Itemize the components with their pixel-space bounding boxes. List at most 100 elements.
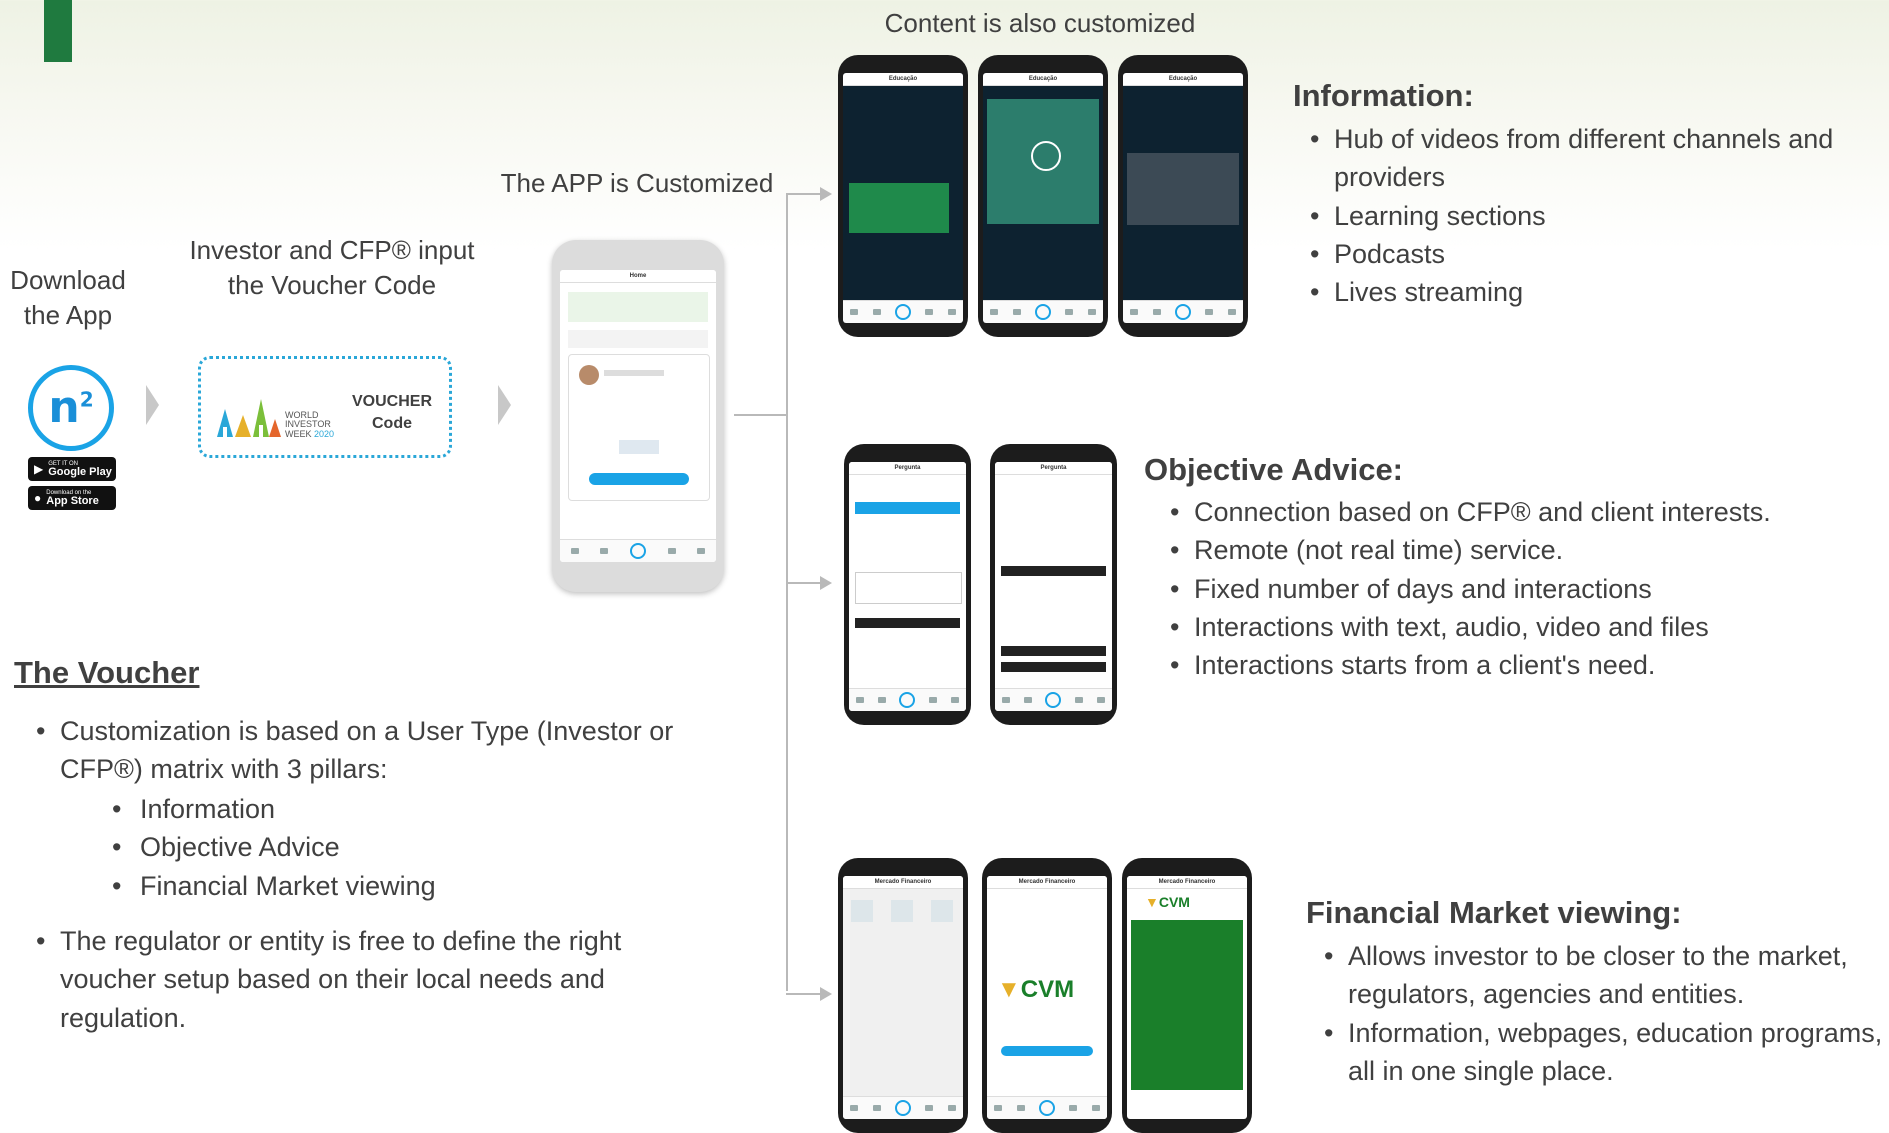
financial-market-bullets: Allows investor to be closer to the mark…	[1324, 937, 1889, 1090]
video-player	[1127, 153, 1239, 225]
advice-phone-1: Pergunta	[844, 444, 971, 725]
info-phone-3: Educação	[1118, 55, 1248, 337]
arrow-advice	[820, 576, 832, 590]
objective-advice-heading: Objective Advice:	[1144, 452, 1404, 487]
logo-superscript: 2	[79, 387, 94, 412]
video-thumbnail	[849, 183, 949, 233]
cvm-header-text: CVM	[1158, 894, 1190, 910]
request-button[interactable]	[589, 473, 689, 485]
information-bullet: Hub of videos from different channels an…	[1310, 120, 1889, 197]
screen-title: Mercado Financeiro	[1127, 876, 1247, 889]
information-bullet: Podcasts	[1310, 235, 1889, 274]
voucher-bullet: The regulator or entity is free to defin…	[36, 922, 696, 1037]
download-label: Download the App	[10, 265, 126, 330]
market-phone-3: Mercado Financeiro ▼CVM	[1122, 858, 1252, 1133]
screen-title: Pergunta	[849, 462, 966, 475]
cvm-logo-text: CVM	[1020, 976, 1075, 1003]
market-screen: Mercado Financeiro	[843, 876, 963, 1119]
message-box[interactable]	[855, 572, 962, 604]
advice-bullet: Fixed number of days and interactions	[1170, 570, 1889, 609]
main-app-phone: Home	[552, 240, 724, 592]
information-heading: Information:	[1293, 78, 1474, 113]
advice-bullet: Interactions with text, audio, video and…	[1170, 608, 1889, 647]
info-phone-1: Educação	[838, 55, 968, 337]
bottom-nav	[843, 1096, 963, 1119]
connector-vertical	[786, 193, 788, 991]
bottom-nav	[843, 300, 963, 323]
pillar-item: Financial Market viewing	[112, 867, 632, 906]
bottom-nav	[987, 1096, 1107, 1119]
market-tile[interactable]	[891, 900, 913, 922]
chevron-right-icon	[146, 385, 159, 425]
main-app-screen: Home	[560, 270, 716, 562]
pillar-item: Information	[112, 790, 632, 829]
screen-title: Educação	[983, 73, 1103, 86]
connector-branch-market	[786, 993, 820, 995]
voucher-bullet: Customization is based on a User Type (I…	[36, 712, 696, 789]
logo-letter: n	[48, 382, 80, 433]
play-icon[interactable]	[1031, 141, 1061, 171]
google-play-badge[interactable]: ▶ GET IT ON Google Play	[28, 457, 116, 481]
world-investor-week-logo	[217, 399, 281, 437]
question-field[interactable]	[855, 502, 960, 514]
advice-bullet: Interactions starts from a client's need…	[1170, 646, 1889, 685]
market-tile[interactable]	[851, 900, 873, 922]
n2-app-logo[interactable]: n2	[28, 365, 114, 451]
audio-bar[interactable]	[1001, 566, 1106, 576]
wiw-year: 2020	[314, 428, 335, 439]
audio-bar[interactable]	[1001, 662, 1106, 672]
cvm-web-screen: Mercado Financeiro ▼CVM	[1127, 876, 1247, 1119]
screen-title: Mercado Financeiro	[987, 876, 1107, 889]
audio-bar[interactable]	[1001, 646, 1106, 656]
market-bullet: Information, webpages, education program…	[1324, 1014, 1889, 1091]
pillar-item: Objective Advice	[112, 828, 632, 867]
accent-bar	[44, 0, 72, 62]
advisor-name	[604, 370, 664, 376]
advice-phone-2: Pergunta	[990, 444, 1117, 725]
intro-text-block	[568, 330, 708, 348]
wiw-word-3: WEEK	[285, 428, 312, 439]
voucher-input-label: Investor and CFP® input the Voucher Code	[189, 235, 475, 300]
screen-title: Home	[560, 270, 716, 283]
advice-bullet: Remote (not real time) service.	[1170, 531, 1889, 570]
bottom-nav	[560, 539, 716, 562]
screen-title: Educação	[1123, 73, 1243, 86]
connector-branch-info	[786, 193, 820, 195]
voucher-bullets-2: The regulator or entity is free to defin…	[36, 922, 696, 1037]
apple-icon: ●	[34, 491, 42, 505]
connector-trunk	[734, 414, 786, 416]
objective-advice-bullets: Connection based on CFP® and client inte…	[1170, 493, 1889, 685]
information-bullets: Hub of videos from different channels an…	[1310, 120, 1889, 312]
question-screen: Pergunta	[995, 462, 1112, 711]
app-store-badge[interactable]: ● Download on the App Store	[28, 486, 116, 510]
education-screen: Educação	[843, 73, 963, 323]
app-customized-label: The APP is Customized	[500, 168, 774, 198]
question-screen: Pergunta	[849, 462, 966, 711]
information-bullet: Learning sections	[1310, 197, 1889, 236]
advice-bullet: Connection based on CFP® and client inte…	[1170, 493, 1889, 532]
education-screen: Educação	[983, 73, 1103, 323]
content-customized-label: Content is also customized	[884, 8, 1196, 38]
code-word: Code	[372, 414, 412, 432]
info-phone-2: Educação	[978, 55, 1108, 337]
voucher-card: WORLD INVESTOR WEEK 2020 VOUCHER Code	[198, 356, 452, 458]
audio-bar[interactable]	[855, 618, 960, 628]
bottom-nav	[983, 300, 1103, 323]
voucher-word: VOUCHER	[351, 393, 432, 410]
arrow-info	[820, 187, 832, 201]
screen-title: Pergunta	[995, 462, 1112, 475]
apple-big: App Store	[46, 494, 99, 507]
advisor-card	[568, 354, 710, 501]
voucher-bullets: Customization is based on a User Type (I…	[36, 712, 696, 789]
google-big: Google Play	[48, 465, 112, 478]
chevron-right-icon	[498, 385, 511, 425]
voucher-heading: The Voucher	[14, 655, 200, 690]
cvm-web-content	[1131, 920, 1243, 1090]
cvm-logo: ▼CVM	[997, 976, 1075, 1003]
market-tile[interactable]	[931, 900, 953, 922]
market-phone-1: Mercado Financeiro	[838, 858, 968, 1133]
arrow-market	[820, 987, 832, 1001]
bottom-nav	[995, 688, 1112, 711]
access-button[interactable]	[1001, 1046, 1093, 1056]
market-phone-2: Mercado Financeiro ▼CVM	[982, 858, 1112, 1133]
